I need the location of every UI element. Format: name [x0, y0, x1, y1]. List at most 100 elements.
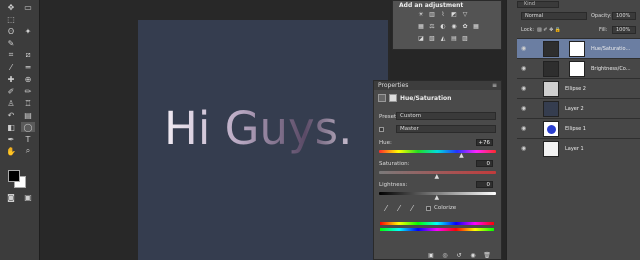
preset-select-value: Custom — [400, 113, 422, 119]
eraser-tool-icon[interactable]: ◧ — [4, 122, 18, 132]
blend-mode-select[interactable]: Normal — [521, 12, 587, 20]
screen-mode-icon[interactable]: ▣ — [21, 192, 35, 202]
blend-mode-value: Normal — [525, 13, 544, 19]
magic-wand-tool-icon[interactable]: ✦ — [21, 26, 35, 36]
artboard-tool-icon[interactable]: ▭ — [21, 2, 35, 12]
panel-menu-icon[interactable]: ≡ — [492, 81, 497, 90]
eyedropper-minus-icon[interactable]: ⁄ — [405, 203, 419, 213]
layer-name: Ellipse 2 — [565, 86, 586, 92]
layer-row[interactable]: ◉ Ellipse 1 — [517, 118, 640, 138]
colorize-checkbox[interactable] — [426, 206, 431, 211]
photo-filter-icon[interactable]: ◉ — [450, 23, 458, 30]
gradient-tool-icon[interactable]: ▤ — [21, 110, 35, 120]
color-lookup-icon[interactable]: ▦ — [472, 23, 480, 30]
brush-tool-icon[interactable]: ✐ — [4, 86, 18, 96]
hand-tool-icon[interactable]: ✋ — [4, 146, 18, 156]
zoom-tool-icon[interactable]: ⌕ — [21, 146, 35, 156]
levels-icon[interactable]: ▥ — [428, 11, 436, 18]
exposure-icon[interactable]: ◩ — [450, 11, 458, 18]
history-brush-tool-icon[interactable]: ↶ — [4, 110, 18, 120]
eye-icon[interactable]: ◉ — [521, 145, 526, 152]
crop-tool-icon[interactable]: ⌗ — [4, 50, 18, 60]
selective-color-icon[interactable]: ▤ — [450, 35, 458, 42]
color-balance-icon[interactable]: ⚖ — [428, 23, 436, 30]
eyedropper-icon[interactable]: ⁄ — [379, 203, 393, 213]
layer-thumbnail — [543, 101, 559, 117]
hue-saturation-icon[interactable]: ▦ — [417, 23, 425, 30]
hue-slider-thumb[interactable]: ▲ — [459, 153, 464, 159]
ellipse-tool-icon[interactable]: ◯ — [21, 122, 35, 132]
lightness-slider-thumb[interactable]: ▲ — [435, 195, 440, 201]
toggle-visibility-icon[interactable]: ◉ — [468, 252, 478, 259]
targeted-adjustment-icon[interactable] — [379, 127, 384, 132]
eye-icon[interactable]: ◉ — [521, 125, 526, 132]
opacity-field[interactable]: 100% — [612, 12, 636, 20]
healing-brush-tool-icon[interactable]: ✚ — [4, 74, 18, 84]
properties-tab-label: Properties — [378, 82, 409, 89]
layer-row[interactable]: ◉ Ellipse 2 — [517, 78, 640, 98]
gradient-map-icon[interactable]: ▨ — [461, 35, 469, 42]
eye-icon[interactable]: ◉ — [521, 105, 526, 112]
saturation-label: Saturation: — [379, 161, 410, 167]
eye-icon[interactable]: ◉ — [521, 85, 526, 92]
properties-tab[interactable]: Properties — [374, 81, 501, 90]
marquee-tool-icon[interactable]: ⬚ — [4, 14, 18, 24]
layer-mask-thumbnail[interactable] — [569, 61, 585, 77]
delete-icon[interactable]: 🗑 — [482, 252, 492, 259]
quick-mask-icon[interactable]: ◙ — [4, 192, 18, 202]
type-tool-icon[interactable]: T — [21, 134, 35, 144]
slice-tool-icon[interactable]: ⧄ — [21, 50, 35, 60]
pattern-stamp-tool-icon[interactable]: ♖ — [21, 98, 35, 108]
layer-name: Hue/Saturatio... — [591, 46, 631, 52]
channel-select[interactable]: Master — [396, 125, 496, 133]
channel-mixer-icon[interactable]: ✿ — [461, 23, 469, 30]
layer-thumbnail — [543, 121, 559, 137]
layer-row[interactable]: ◉ Hue/Saturatio... — [517, 38, 640, 58]
move-tool-icon[interactable]: ✥ — [4, 2, 18, 12]
clone-stamp-tool-icon[interactable]: ♙ — [4, 98, 18, 108]
curves-icon[interactable]: ⌇ — [439, 11, 447, 18]
lock-icons[interactable]: ▨ ✐ ✥ 🔒 — [537, 27, 561, 33]
layer-mask-icon[interactable] — [389, 94, 397, 102]
saturation-slider-thumb[interactable]: ▲ — [435, 174, 440, 180]
layer-row[interactable]: ◉ Brightness/Co... — [517, 58, 640, 78]
hue-value-field[interactable]: +76 — [476, 139, 493, 146]
lasso-tool-icon[interactable]: ʘ — [4, 26, 18, 36]
vibrance-icon[interactable]: ▽ — [461, 11, 469, 18]
pen-tool-icon[interactable]: ✒ — [4, 134, 18, 144]
invert-icon[interactable]: ◪ — [417, 35, 425, 42]
black-white-icon[interactable]: ◐ — [439, 23, 447, 30]
eye-icon[interactable]: ◉ — [521, 45, 526, 52]
lightness-value-field[interactable]: 0 — [476, 181, 493, 188]
pencil-tool-icon[interactable]: ✏ — [21, 86, 35, 96]
opacity-label: Opacity: — [591, 13, 612, 19]
fill-value: 100% — [616, 27, 631, 33]
document-workspace: Hi Guys. — [40, 0, 390, 260]
document-canvas[interactable]: Hi Guys. — [138, 20, 388, 260]
layer-row[interactable]: ◉ Layer 1 — [517, 138, 640, 158]
layer-mask-thumbnail[interactable] — [569, 41, 585, 57]
eyedropper-plus-icon[interactable]: ⁄ — [392, 203, 406, 213]
saturation-value-field[interactable]: 0 — [476, 160, 493, 167]
layer-filter-search[interactable]: Kind — [517, 1, 559, 8]
quick-selection-tool-icon[interactable]: ✎ — [4, 38, 18, 48]
adjustments-panel: Add an adjustment ☀ ▥ ⌇ ◩ ▽ ▦ ⚖ ◐ ◉ ✿ ▦ … — [392, 0, 502, 50]
input-color-bar — [380, 222, 494, 225]
view-previous-state-icon[interactable]: ◎ — [440, 252, 450, 259]
layer-row[interactable]: ◉ Layer 2 — [517, 98, 640, 118]
posterize-icon[interactable]: ▧ — [428, 35, 436, 42]
foreground-color-swatch[interactable] — [8, 170, 20, 182]
clip-to-layer-icon[interactable]: ▣ — [426, 252, 436, 259]
fill-field[interactable]: 100% — [612, 26, 636, 34]
ruler-tool-icon[interactable]: ═ — [21, 62, 35, 72]
preset-select[interactable]: Custom — [396, 112, 496, 120]
eyedropper-tool-icon[interactable]: ⁄ — [4, 62, 18, 72]
layer-name: Brightness/Co... — [591, 66, 631, 72]
hue-slider[interactable] — [379, 150, 496, 153]
threshold-icon[interactable]: ◭ — [439, 35, 447, 42]
layer-name: Layer 1 — [565, 146, 584, 152]
eye-icon[interactable]: ◉ — [521, 65, 526, 72]
patch-tool-icon[interactable]: ⊕ — [21, 74, 35, 84]
brightness-contrast-icon[interactable]: ☀ — [417, 11, 425, 18]
reset-icon[interactable]: ↺ — [454, 252, 464, 259]
